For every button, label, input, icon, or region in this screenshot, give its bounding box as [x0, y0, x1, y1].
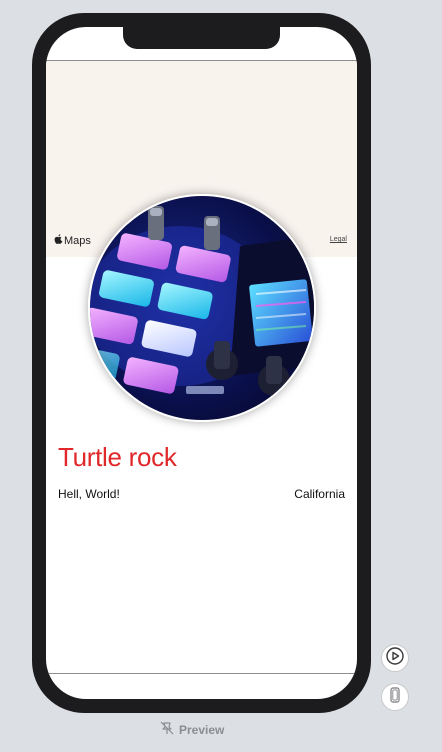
- play-circle-icon: [386, 646, 404, 670]
- preview-pin-icon: [160, 721, 174, 738]
- preview-label: Preview: [179, 722, 225, 737]
- maps-attribution: Maps: [54, 234, 91, 247]
- landmark-title: Turtle rock: [58, 442, 177, 472]
- maps-attribution-label: Maps: [64, 234, 91, 247]
- apple-logo-icon: [54, 234, 63, 247]
- device-screen: Maps Legal Turtle rock Hell, World! Cali…: [46, 27, 357, 699]
- landmark-state: California: [294, 487, 345, 501]
- safe-area-bottom-divider: [46, 673, 357, 674]
- landmark-subtitle: Hell, World!: [58, 487, 120, 501]
- device-icon: [386, 686, 404, 709]
- live-preview-button[interactable]: [381, 644, 409, 672]
- legal-link[interactable]: Legal: [330, 236, 347, 243]
- preview-label-group: Preview: [160, 721, 224, 738]
- device-frame: Maps Legal Turtle rock Hell, World! Cali…: [32, 13, 371, 713]
- device-settings-button[interactable]: [381, 683, 409, 711]
- device-notch: [123, 27, 280, 49]
- landmark-image: [88, 194, 316, 422]
